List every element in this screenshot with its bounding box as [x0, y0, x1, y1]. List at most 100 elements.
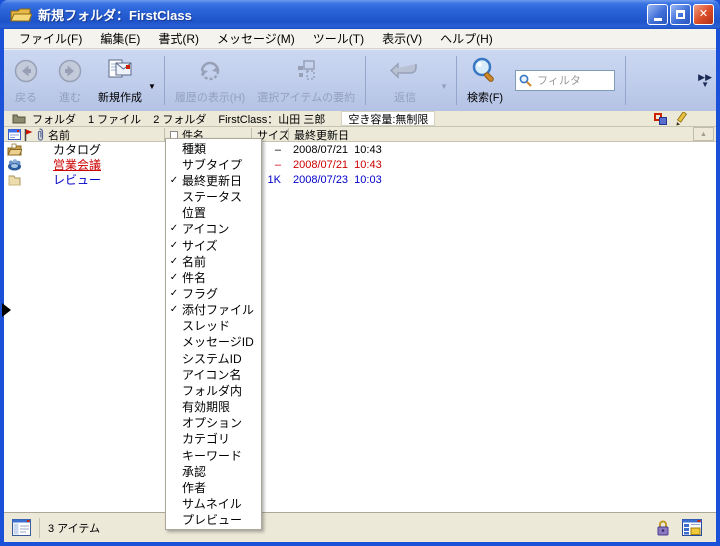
new-message-button[interactable]: 新規作成	[92, 50, 148, 111]
context-menu-item[interactable]: ✓件名	[166, 269, 261, 285]
small-folder-icon	[12, 113, 26, 124]
split-view-icon[interactable]	[12, 519, 31, 536]
menubar-item[interactable]: 編集(E)	[91, 28, 149, 49]
context-menu-item-label: 名前	[182, 253, 206, 270]
search-button[interactable]: 検索(F)	[461, 50, 509, 111]
context-menu-item-label: 件名	[182, 269, 206, 286]
menubar: ファイル(F)編集(E)書式(R)メッセージ(M)ツール(T)表示(V)ヘルプ(…	[4, 29, 716, 49]
column-name[interactable]: 名前	[48, 127, 70, 142]
history-icon	[197, 56, 223, 86]
context-menu-item[interactable]: 種類	[166, 140, 261, 156]
statusbar: 3 アイテム	[4, 512, 716, 542]
menubar-item[interactable]: 書式(R)	[149, 28, 208, 49]
context-menu-item-label: 添付ファイル	[182, 301, 254, 318]
edit-pencil-icon[interactable]	[675, 112, 688, 126]
context-menu-item[interactable]: ✓添付ファイル	[166, 302, 261, 318]
context-menu-item[interactable]: サブタイプ	[166, 156, 261, 172]
titlebar[interactable]: 新規フォルダ：FirstClass ✕	[0, 0, 720, 29]
pathbar-account: FirstClass：山田 三郎	[218, 111, 325, 127]
filter-magnifier-icon	[519, 74, 532, 87]
item-modified: 2008/07/21 10:43	[293, 159, 382, 171]
context-menu-item-label: 位置	[182, 204, 206, 221]
select-items-icon[interactable]	[654, 113, 667, 125]
form-column-icon[interactable]	[8, 127, 21, 142]
context-menu-item-label: アイコン	[182, 220, 229, 237]
pathbar-folder-count: 2 フォルダ	[153, 111, 206, 127]
folder-icon	[10, 6, 32, 24]
context-menu-item[interactable]: ステータス	[166, 188, 261, 204]
context-menu-item-label: オプション	[182, 414, 242, 431]
forward-button[interactable]: 進む	[48, 50, 92, 111]
column-header-row: 名前 件名 サイズ 最終更新日 ▲	[4, 127, 716, 142]
context-menu-item[interactable]: システムID	[166, 350, 261, 366]
scroll-up-button[interactable]: ▲	[693, 127, 714, 141]
menubar-item[interactable]: メッセージ(M)	[208, 28, 304, 49]
context-menu-item[interactable]: サムネイル	[166, 495, 261, 511]
minimize-button[interactable]	[647, 4, 668, 25]
summary-button[interactable]: 選択アイテムの要約	[251, 50, 361, 111]
menubar-item[interactable]: 表示(V)	[373, 28, 431, 49]
context-menu-item[interactable]: プレビュー	[166, 512, 261, 528]
statusbar-divider	[39, 518, 40, 538]
toolbar-separator	[625, 56, 626, 105]
item-modified: 2008/07/21 10:43	[293, 144, 382, 156]
new-message-dropdown-icon[interactable]: ▼	[148, 82, 156, 91]
toolbar-overflow-button[interactable]: ▶▶ ▼	[698, 74, 712, 88]
context-menu-item[interactable]: ✓最終更新日	[166, 172, 261, 188]
checkmark-icon: ✓	[166, 223, 182, 234]
context-menu-item[interactable]: フォルダ内	[166, 382, 261, 398]
list-item[interactable]: 営業会議–2008/07/21 10:43	[4, 157, 716, 172]
item-modified: 2008/07/23 10:03	[293, 174, 382, 186]
context-menu-item[interactable]: 位置	[166, 205, 261, 221]
menubar-item[interactable]: ツール(T)	[304, 28, 373, 49]
new-message-icon	[105, 56, 135, 86]
pane-expander-icon[interactable]	[2, 303, 11, 317]
attachment-column-icon[interactable]	[35, 127, 44, 142]
context-menu-item[interactable]: アイコン名	[166, 366, 261, 382]
context-menu-item[interactable]: キーワード	[166, 447, 261, 463]
context-menu-item[interactable]: 有効期限	[166, 399, 261, 415]
checkmark-icon: ✓	[166, 175, 182, 186]
close-button[interactable]: ✕	[693, 4, 714, 25]
reply-button[interactable]: 返信	[370, 50, 440, 111]
catalog-icon	[7, 143, 23, 156]
context-menu-item-label: フラグ	[182, 285, 218, 302]
menubar-item[interactable]: ファイル(F)	[10, 28, 91, 49]
checkmark-icon: ✓	[166, 272, 182, 283]
maximize-icon	[676, 10, 685, 19]
context-menu-item[interactable]: オプション	[166, 415, 261, 431]
context-menu-item-label: カテゴリ	[182, 430, 230, 447]
back-button[interactable]: 戻る	[4, 50, 48, 111]
up-arrow-icon: ▲	[700, 131, 707, 138]
context-menu-item[interactable]: スレッド	[166, 318, 261, 334]
context-menu-item[interactable]: ✓アイコン	[166, 221, 261, 237]
flag-column-icon[interactable]	[24, 127, 33, 142]
menubar-item[interactable]: ヘルプ(H)	[431, 28, 502, 49]
list-item[interactable]: カタログ–2008/07/21 10:43	[4, 142, 716, 157]
context-menu-item[interactable]: 承認	[166, 463, 261, 479]
context-menu-item-label: キーワード	[182, 447, 242, 464]
context-menu-item-label: プレビュー	[182, 511, 242, 528]
item-name: レビュー	[53, 171, 101, 188]
context-menu-item[interactable]: メッセージID	[166, 334, 261, 350]
context-menu-item[interactable]: ✓フラグ	[166, 285, 261, 301]
column-divider[interactable]	[288, 128, 289, 141]
reply-dropdown-icon[interactable]: ▼	[440, 82, 448, 91]
checkmark-icon: ✓	[166, 304, 182, 315]
history-button[interactable]: 履歴の表示(H)	[169, 50, 251, 111]
back-icon	[13, 56, 39, 86]
filter-input[interactable]	[535, 74, 607, 88]
context-menu-item[interactable]: カテゴリ	[166, 431, 261, 447]
file-list: カタログ–2008/07/21 10:43営業会議–2008/07/21 10:…	[4, 142, 716, 512]
item-count: 3 アイテム	[48, 520, 100, 536]
context-menu-item[interactable]: ✓サイズ	[166, 237, 261, 253]
context-menu-item-label: 作者	[182, 479, 206, 496]
column-modified[interactable]: 最終更新日	[294, 127, 349, 142]
lock-icon	[656, 520, 670, 536]
list-item[interactable]: レビュー1K2008/07/23 10:03	[4, 172, 716, 187]
context-menu-item-label: システムID	[182, 350, 242, 367]
maximize-button[interactable]	[670, 4, 691, 25]
context-menu-item[interactable]: ✓名前	[166, 253, 261, 269]
context-menu-item[interactable]: 作者	[166, 479, 261, 495]
layout-panel-icon[interactable]	[682, 519, 702, 536]
